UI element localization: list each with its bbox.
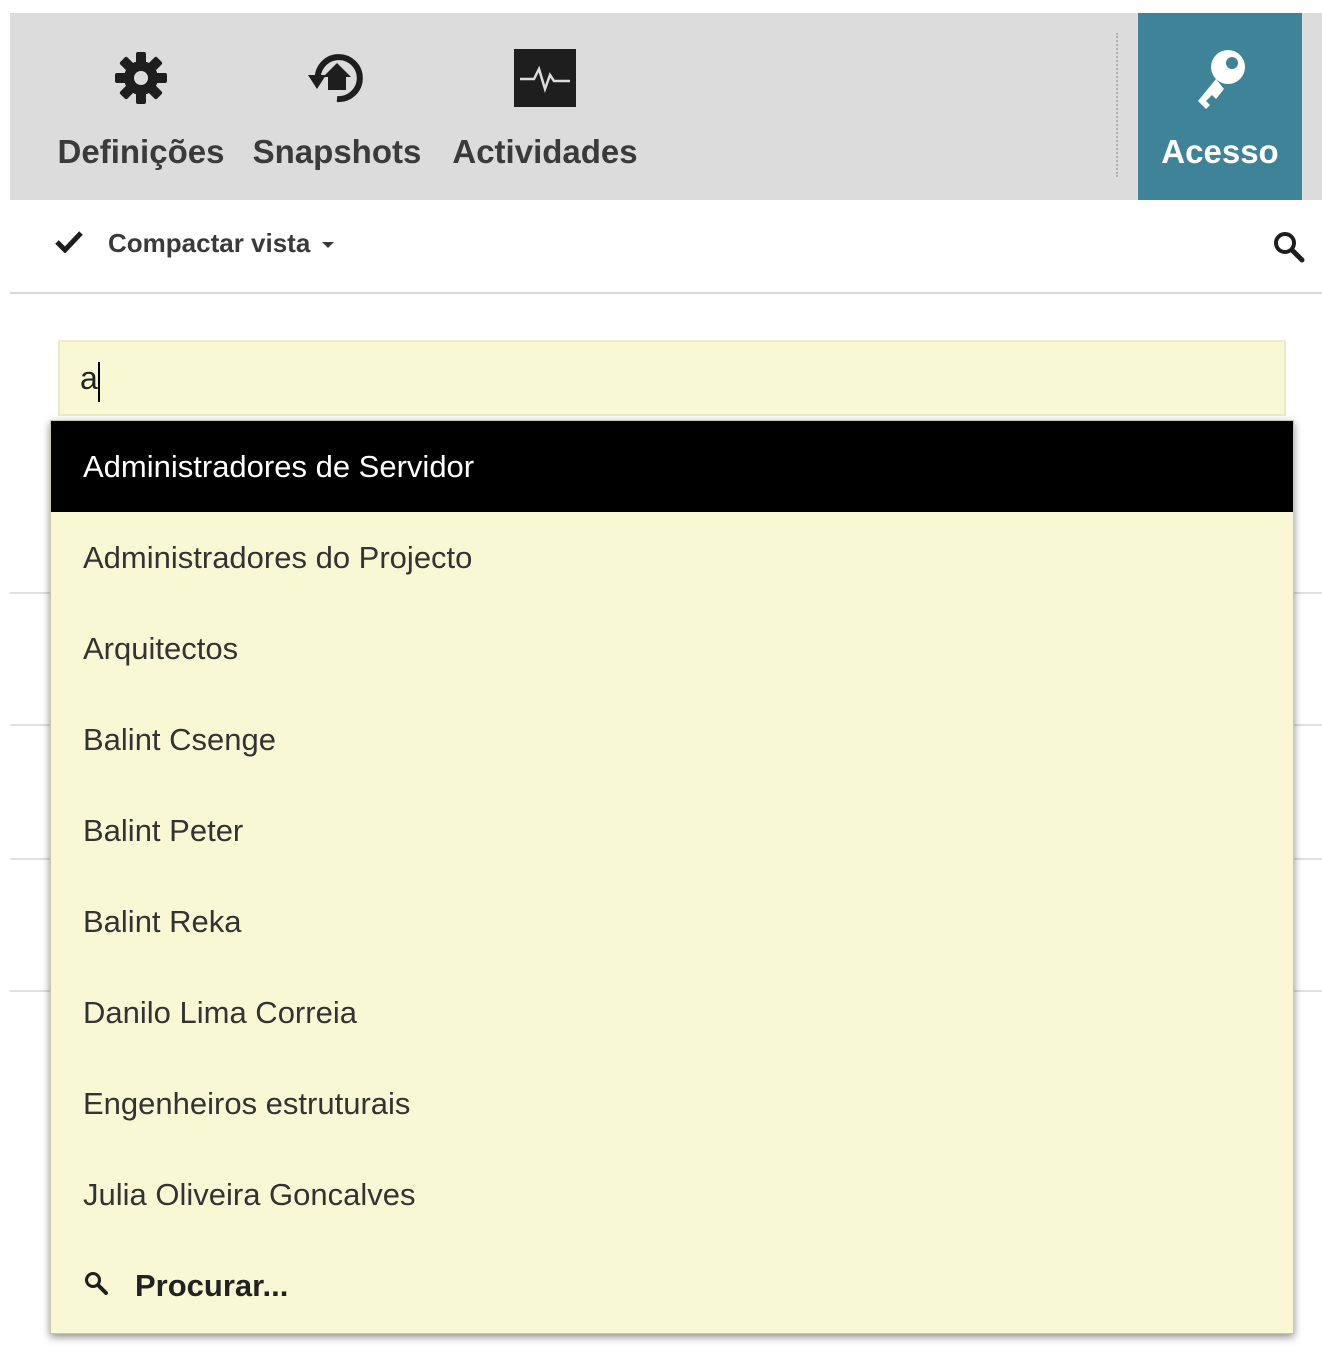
dropdown-option[interactable]: Balint Peter <box>51 785 1293 876</box>
dropdown-option[interactable]: Engenheiros estruturais <box>51 1058 1293 1149</box>
activities-button[interactable]: Actividades <box>450 13 640 200</box>
checkmark-icon <box>54 229 84 258</box>
snapshots-label: Snapshots <box>252 133 422 170</box>
settings-button[interactable]: Definições <box>56 13 226 200</box>
dropdown-option[interactable]: Julia Oliveira Goncalves <box>51 1149 1293 1240</box>
search-icon <box>83 1268 109 1304</box>
activity-monitor-icon <box>512 45 578 111</box>
settings-label: Definições <box>57 133 225 170</box>
compact-view-toggle[interactable]: Compactar vista <box>54 228 335 259</box>
user-search-input[interactable] <box>58 340 1286 416</box>
snapshot-restore-icon <box>304 45 370 111</box>
gear-icon <box>108 45 174 111</box>
dropdown-option[interactable]: Balint Csenge <box>51 694 1293 785</box>
autocomplete-dropdown: Administradores de Servidor Administrado… <box>50 420 1294 1334</box>
view-options-bar: Compactar vista <box>10 200 1322 294</box>
toolbar-separator <box>1116 33 1118 177</box>
dropdown-option[interactable]: Administradores de Servidor <box>51 421 1293 512</box>
top-toolbar: Definições Snapshots Actividades Acesso <box>10 13 1322 200</box>
compact-view-label: Compactar vista <box>108 228 335 259</box>
search-more-option[interactable]: Procurar... <box>51 1240 1293 1331</box>
activities-label: Actividades <box>452 133 638 170</box>
caret-down-icon <box>322 242 335 249</box>
search-more-label: Procurar... <box>135 1267 289 1303</box>
dropdown-option[interactable]: Danilo Lima Correia <box>51 967 1293 1058</box>
dropdown-option[interactable]: Administradores do Projecto <box>51 512 1293 603</box>
key-icon <box>1186 45 1254 113</box>
dropdown-option[interactable]: Arquitectos <box>51 603 1293 694</box>
snapshots-button[interactable]: Snapshots <box>252 13 422 200</box>
search-icon[interactable] <box>1270 228 1306 264</box>
dropdown-option[interactable]: Balint Reka <box>51 876 1293 967</box>
access-label: Acesso <box>1161 133 1279 170</box>
text-cursor <box>98 362 100 402</box>
access-tab[interactable]: Acesso <box>1138 13 1302 200</box>
